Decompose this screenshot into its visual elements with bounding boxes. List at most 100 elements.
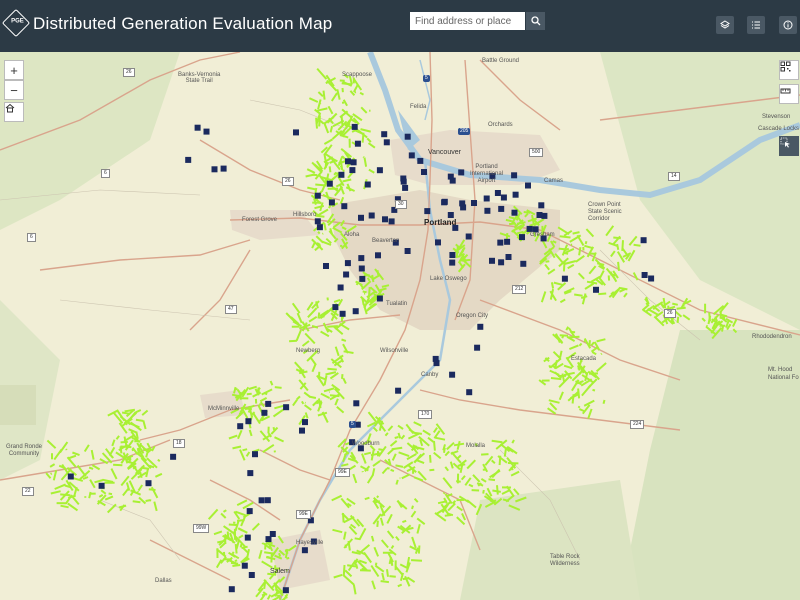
- generation-marker[interactable]: [67, 473, 74, 480]
- generation-marker[interactable]: [359, 275, 366, 282]
- generation-marker[interactable]: [404, 133, 411, 140]
- generation-marker[interactable]: [497, 239, 504, 246]
- generation-marker[interactable]: [417, 157, 424, 164]
- generation-marker[interactable]: [314, 192, 321, 199]
- search-button[interactable]: [526, 12, 545, 30]
- generation-marker[interactable]: [375, 252, 381, 259]
- generation-marker[interactable]: [265, 400, 272, 407]
- generation-marker[interactable]: [337, 284, 344, 291]
- generation-marker[interactable]: [368, 212, 375, 219]
- home-button[interactable]: [4, 102, 24, 122]
- generation-marker[interactable]: [477, 323, 484, 330]
- generation-marker[interactable]: [504, 238, 511, 245]
- generation-marker[interactable]: [220, 165, 227, 172]
- generation-marker[interactable]: [538, 202, 545, 209]
- generation-marker[interactable]: [247, 470, 254, 477]
- generation-marker[interactable]: [314, 218, 321, 225]
- generation-marker[interactable]: [282, 587, 289, 594]
- generation-marker[interactable]: [326, 180, 333, 187]
- qr-button[interactable]: [779, 60, 799, 80]
- generation-marker[interactable]: [358, 255, 365, 262]
- generation-marker[interactable]: [458, 169, 465, 176]
- generation-marker[interactable]: [541, 212, 548, 219]
- generation-marker[interactable]: [194, 124, 201, 131]
- generation-marker[interactable]: [241, 562, 248, 569]
- generation-marker[interactable]: [341, 203, 348, 210]
- generation-marker[interactable]: [269, 531, 276, 537]
- generation-marker[interactable]: [185, 156, 192, 163]
- generation-marker[interactable]: [345, 158, 351, 165]
- generation-marker[interactable]: [520, 260, 527, 267]
- generation-marker[interactable]: [228, 586, 235, 593]
- generation-marker[interactable]: [512, 191, 519, 198]
- generation-marker[interactable]: [376, 295, 383, 302]
- generation-marker[interactable]: [433, 360, 440, 367]
- generation-marker[interactable]: [449, 177, 456, 184]
- generation-marker[interactable]: [376, 167, 383, 174]
- generation-marker[interactable]: [449, 252, 456, 258]
- generation-marker[interactable]: [203, 128, 210, 135]
- generation-marker[interactable]: [382, 216, 388, 223]
- generation-marker[interactable]: [343, 271, 350, 278]
- generation-marker[interactable]: [408, 152, 415, 159]
- generation-marker[interactable]: [328, 199, 335, 206]
- generation-marker[interactable]: [293, 129, 299, 136]
- generation-marker[interactable]: [246, 508, 253, 515]
- measure-button[interactable]: [779, 84, 799, 104]
- generation-marker[interactable]: [648, 275, 655, 282]
- generation-marker[interactable]: [435, 239, 441, 246]
- generation-marker[interactable]: [364, 181, 371, 188]
- generation-marker[interactable]: [332, 304, 339, 311]
- generation-marker[interactable]: [519, 234, 525, 241]
- generation-marker[interactable]: [358, 214, 364, 221]
- generation-marker[interactable]: [264, 497, 271, 504]
- generation-marker[interactable]: [402, 184, 409, 191]
- generation-marker[interactable]: [421, 169, 427, 175]
- generation-marker[interactable]: [484, 207, 491, 214]
- generation-marker[interactable]: [465, 233, 472, 240]
- generation-marker[interactable]: [349, 167, 356, 174]
- generation-marker[interactable]: [170, 453, 177, 460]
- generation-marker[interactable]: [244, 534, 251, 541]
- generation-marker[interactable]: [466, 389, 473, 396]
- search-input[interactable]: [410, 12, 525, 30]
- generation-marker[interactable]: [483, 195, 490, 202]
- generation-marker[interactable]: [498, 259, 505, 266]
- generation-marker[interactable]: [505, 254, 512, 260]
- generation-marker[interactable]: [525, 182, 531, 189]
- generation-marker[interactable]: [301, 547, 308, 554]
- generation-marker[interactable]: [283, 404, 290, 411]
- generation-marker[interactable]: [258, 497, 265, 504]
- layers-button[interactable]: [716, 16, 734, 34]
- generation-marker[interactable]: [441, 199, 448, 206]
- generation-marker[interactable]: [245, 418, 252, 425]
- generation-marker[interactable]: [511, 172, 518, 179]
- generation-marker[interactable]: [302, 419, 308, 426]
- generation-marker[interactable]: [424, 208, 431, 215]
- generation-marker[interactable]: [400, 178, 407, 185]
- info-button[interactable]: [779, 16, 797, 34]
- generation-marker[interactable]: [474, 344, 481, 351]
- generation-marker[interactable]: [395, 387, 402, 394]
- generation-marker[interactable]: [381, 131, 388, 138]
- generation-marker[interactable]: [489, 257, 495, 264]
- generation-marker[interactable]: [338, 171, 345, 178]
- zoom-out-button[interactable]: −: [4, 80, 24, 100]
- generation-marker[interactable]: [640, 237, 647, 244]
- generation-marker[interactable]: [511, 209, 518, 216]
- generation-marker[interactable]: [358, 265, 365, 272]
- generation-marker[interactable]: [252, 451, 258, 458]
- generation-marker[interactable]: [299, 427, 305, 434]
- generation-marker[interactable]: [339, 310, 346, 317]
- generation-marker[interactable]: [526, 225, 533, 232]
- generation-marker[interactable]: [351, 123, 358, 130]
- generation-marker[interactable]: [344, 260, 351, 267]
- generation-marker[interactable]: [404, 248, 411, 254]
- generation-marker[interactable]: [449, 259, 456, 266]
- generation-marker[interactable]: [641, 272, 648, 278]
- generation-marker[interactable]: [500, 194, 507, 201]
- generation-marker[interactable]: [383, 139, 390, 146]
- map-view[interactable]: Battle Ground Banks-Vernonia State Trail…: [0, 52, 800, 600]
- generation-marker[interactable]: [593, 286, 599, 293]
- generation-marker[interactable]: [352, 308, 359, 315]
